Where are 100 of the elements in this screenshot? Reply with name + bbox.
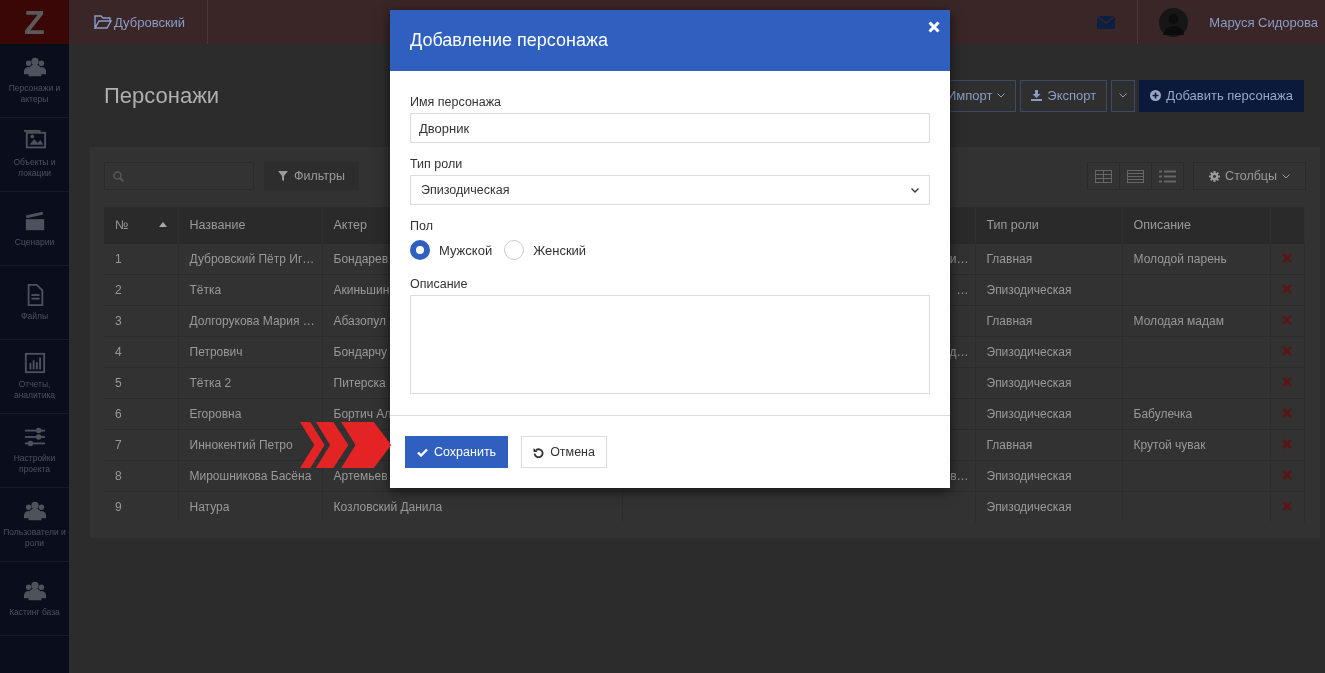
delete-icon[interactable]: [1281, 314, 1292, 325]
bar-chart-icon: [23, 352, 46, 374]
gear-icon: [1209, 170, 1221, 182]
columns-button[interactable]: Столбцы: [1193, 162, 1306, 190]
table-cell: Эпизодическая: [986, 344, 1072, 359]
dialog-title: Добавление персонажа: [410, 30, 609, 51]
undo-icon: [533, 446, 545, 458]
table-cell: Бабулечка: [1133, 406, 1193, 421]
table-cell: Крутой чувак: [1133, 437, 1206, 452]
column-header: Тип роли: [986, 217, 1039, 232]
column-header: №: [115, 217, 129, 232]
table-cell: Бондарев: [333, 251, 389, 266]
table-cell: Иннокентий Петро: [189, 437, 293, 452]
radio-button[interactable]: [410, 240, 430, 260]
sort-icon[interactable]: [158, 222, 167, 228]
mail-icon[interactable]: [1097, 15, 1116, 29]
table-cell: Бондарчу: [333, 344, 387, 359]
table-cell: 4: [115, 344, 122, 359]
column-header: Актер: [333, 217, 367, 232]
table-cell: Натура: [189, 499, 230, 514]
avatar-icon[interactable]: [1159, 7, 1189, 37]
radio-label[interactable]: Мужской: [439, 242, 493, 258]
people-icon: [23, 579, 46, 602]
sliders-icon: [23, 426, 46, 448]
table-cell: Петрович: [189, 344, 243, 359]
table-cell: Тётка 2: [189, 375, 232, 390]
search-icon: [113, 170, 124, 182]
table-cell: 1: [115, 251, 122, 266]
delete-icon[interactable]: [1281, 469, 1292, 480]
input-field[interactable]: Дворник: [410, 113, 930, 143]
caret-icon: [1282, 173, 1290, 179]
table-cell: 2: [115, 282, 122, 297]
table-cell: Питерска: [333, 375, 386, 390]
nav-label: Настройки проекта: [12, 453, 57, 475]
radio-label[interactable]: Женский: [533, 242, 587, 258]
column-header: Название: [189, 217, 246, 232]
people-icon: [23, 500, 46, 522]
search-field[interactable]: [104, 162, 254, 190]
nav-label: Объекты и локации: [12, 157, 57, 179]
table-cell: Главная: [986, 313, 1033, 328]
export-button[interactable]: Экспорт: [1020, 79, 1108, 112]
table-cell: 3: [115, 313, 122, 328]
check-icon: [417, 447, 428, 457]
user-name[interactable]: Маруся Сидорова: [1209, 14, 1318, 30]
table-cell: 8: [115, 468, 122, 483]
delete-icon[interactable]: [1281, 438, 1292, 449]
table-cell: и…: [949, 251, 969, 266]
list-view-icon: [1159, 169, 1177, 183]
clapper-icon: [23, 209, 46, 232]
rows-view-icon: [1127, 169, 1145, 183]
field-label: Описание: [410, 277, 469, 291]
table-cell: в…: [950, 468, 969, 483]
table-cell: Эпизодическая: [986, 499, 1072, 514]
view-toggle[interactable]: [1119, 162, 1153, 190]
delete-icon[interactable]: [1281, 376, 1292, 387]
save-button[interactable]: Сохранить: [405, 436, 509, 468]
logo: Z: [24, 5, 45, 39]
view-toggle[interactable]: [1087, 162, 1121, 190]
folder-icon: [94, 15, 112, 29]
select-field[interactable]: Эпизодическая: [410, 175, 930, 205]
table-cell: Эпизодическая: [986, 375, 1072, 390]
table-cell: 6: [115, 406, 122, 421]
caret-icon: [997, 93, 1006, 98]
filter-icon: [278, 171, 288, 181]
table-cell: Дубровский Пётр Иг…: [189, 251, 315, 266]
table-cell: Бортич Ал: [333, 406, 392, 421]
table-cell: 7: [115, 437, 122, 452]
cancel-button[interactable]: Отмена: [521, 436, 607, 468]
chevron-down-icon: [911, 187, 919, 193]
delete-icon[interactable]: [1281, 407, 1292, 418]
table-cell: Мирошникова Басёна: [189, 468, 312, 483]
plus-circle-icon: [1150, 90, 1162, 101]
view-toggle[interactable]: [1151, 162, 1185, 190]
table-cell: …: [956, 282, 969, 297]
dropdown-button[interactable]: [1111, 79, 1136, 112]
people-icon: [23, 56, 46, 78]
grid-view-icon: [1095, 169, 1113, 183]
table-cell: 5: [115, 375, 122, 390]
textarea-field[interactable]: [410, 295, 930, 394]
nav-label: Кастинг база: [8, 606, 61, 618]
download-icon: [1031, 90, 1043, 101]
nav-label: Персонажи и актеры: [7, 83, 62, 105]
delete-icon[interactable]: [1281, 345, 1292, 356]
table-cell: Долгорукова Мария …: [189, 313, 315, 328]
field-label: Пол: [410, 219, 434, 233]
table-cell: Егоровна: [189, 406, 242, 421]
add-character-button[interactable]: Добавить персонажа: [1139, 79, 1304, 112]
delete-icon[interactable]: [1281, 252, 1292, 263]
delete-icon[interactable]: [1281, 500, 1292, 511]
table-cell: Главная: [986, 251, 1033, 266]
filters-button[interactable]: Фильтры: [264, 162, 359, 190]
table-cell: Тётка: [189, 282, 222, 297]
table-cell: Молодой парень: [1133, 251, 1227, 266]
field-label: Тип роли: [410, 157, 464, 171]
project-name[interactable]: Дубровский: [114, 14, 186, 30]
caret-icon: [1119, 93, 1128, 98]
nav-label: Пользователи и роли: [2, 527, 67, 549]
nav-label: Файлы: [20, 310, 49, 322]
nav-label: Отчеты, аналитика: [12, 379, 57, 401]
delete-icon[interactable]: [1281, 283, 1292, 294]
